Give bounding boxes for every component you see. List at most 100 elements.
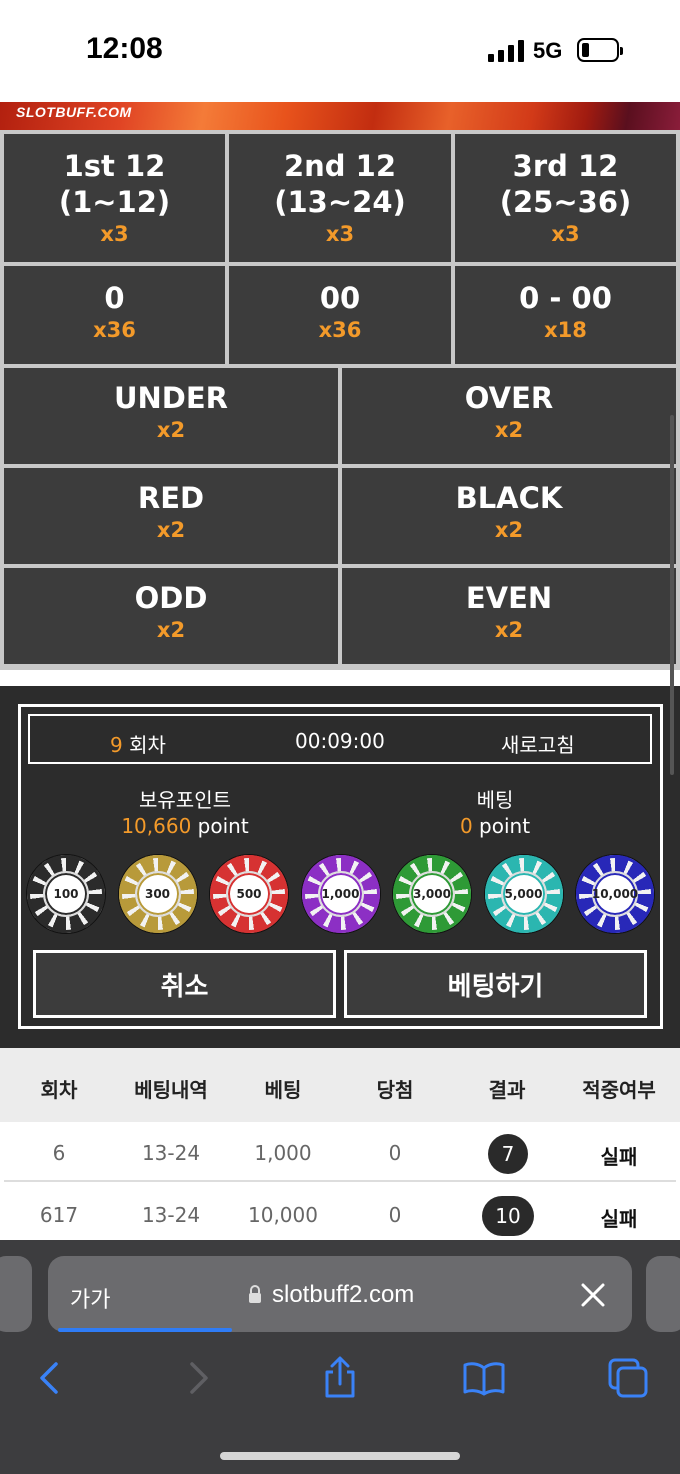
cell-round: 6 xyxy=(52,1141,66,1165)
chip-100[interactable]: 100 xyxy=(27,855,105,933)
bet-black[interactable]: BLACK x2 xyxy=(342,468,676,564)
col-round: 회차 xyxy=(40,1078,78,1102)
bet-2nd-12[interactable]: 2nd 12 (13~24) x3 xyxy=(229,134,451,262)
cell-label: ODD xyxy=(134,581,208,615)
bet-red[interactable]: RED x2 xyxy=(4,468,338,564)
page-load-progress xyxy=(58,1328,232,1332)
cell-multiplier: x2 xyxy=(156,518,186,542)
place-bet-button[interactable]: 베팅하기 xyxy=(344,950,647,1018)
round-bar: 9 회차 00:09:00 새로고침 xyxy=(28,714,652,764)
points-label: 보유포인트 xyxy=(139,788,231,812)
chip-value: 300 xyxy=(134,871,181,917)
result-ball: 7 xyxy=(488,1134,528,1174)
col-bet-detail: 베팅내역 xyxy=(134,1078,208,1102)
bet-value: 0 xyxy=(459,814,473,838)
cell-multiplier: x3 xyxy=(551,222,580,246)
forward-icon[interactable] xyxy=(176,1356,220,1400)
points-unit: point xyxy=(197,814,249,838)
tabs-icon[interactable] xyxy=(606,1356,650,1400)
cell-bet: 10,000 xyxy=(248,1203,318,1227)
next-tab-preview[interactable] xyxy=(646,1256,680,1332)
cell-win: 0 xyxy=(388,1141,402,1165)
text-size-button[interactable]: 가가 xyxy=(70,1282,110,1314)
points-display: 10,660 point xyxy=(95,814,275,838)
bet-unit: point xyxy=(479,814,531,838)
close-icon[interactable] xyxy=(578,1280,608,1310)
bookmarks-icon[interactable] xyxy=(462,1356,506,1400)
cell-range: (13~24) xyxy=(274,185,406,219)
cell-label: OVER xyxy=(464,381,554,415)
chip-value: 10,000 xyxy=(592,871,638,917)
cell-multiplier: x36 xyxy=(318,318,362,342)
cell-multiplier: x2 xyxy=(494,518,524,542)
previous-tab-preview[interactable] xyxy=(0,1256,32,1332)
cell-label: 1st 12 xyxy=(63,149,166,183)
chip-value: 100 xyxy=(43,871,89,917)
cell-detail: 13-24 xyxy=(141,1203,201,1227)
cell-label: 2nd 12 xyxy=(283,149,397,183)
url-text[interactable]: slotbuff2.com xyxy=(272,1281,414,1309)
bet-1st-12[interactable]: 1st 12 (1~12) x3 xyxy=(4,134,225,262)
cell-label: BLACK xyxy=(455,481,563,515)
bet-double-zero[interactable]: 00 x36 xyxy=(229,266,451,364)
cell-label: UNDER xyxy=(113,381,229,415)
col-result: 결과 xyxy=(488,1078,526,1102)
chip-value: 1,000 xyxy=(317,871,364,917)
site-banner[interactable]: SLOTBUFF.COM xyxy=(0,102,680,130)
signal-icon xyxy=(488,40,524,62)
cell-win: 0 xyxy=(388,1203,402,1227)
chip-500[interactable]: 500 xyxy=(210,855,288,933)
table-row: 6 13-24 1,000 0 7 실패 xyxy=(4,1124,676,1182)
cell-multiplier: x2 xyxy=(494,418,524,442)
col-win: 당첨 xyxy=(376,1078,414,1102)
battery-icon xyxy=(577,38,623,62)
cancel-button[interactable]: 취소 xyxy=(33,950,336,1018)
result-ball: 10 xyxy=(482,1196,534,1236)
cell-multiplier: x2 xyxy=(156,618,186,642)
site-logo: SLOTBUFF.COM xyxy=(16,104,132,120)
cell-range: (1~12) xyxy=(58,185,171,219)
bet-label: 베팅 xyxy=(476,788,514,812)
chip-5000[interactable]: 5,000 xyxy=(484,855,563,933)
bet-zero[interactable]: 0 x36 xyxy=(4,266,225,364)
home-indicator xyxy=(220,1452,460,1460)
chip-300[interactable]: 300 xyxy=(118,855,197,933)
chip-1000[interactable]: 1,000 xyxy=(301,855,380,933)
refresh-button[interactable]: 새로고침 xyxy=(501,729,575,758)
bet-zero-double-zero[interactable]: 0 - 00 x18 xyxy=(455,266,676,364)
chip-value: 3,000 xyxy=(409,871,455,917)
cell-range: (25~36) xyxy=(499,185,632,219)
chip-value: 5,000 xyxy=(500,871,547,917)
cell-status: 실패 xyxy=(600,1207,638,1231)
bet-3rd-12[interactable]: 3rd 12 (25~36) x3 xyxy=(455,134,676,262)
cell-label: 0 - 00 xyxy=(519,281,612,315)
bet-even[interactable]: EVEN x2 xyxy=(342,568,676,664)
lock-icon xyxy=(249,1285,261,1303)
cell-round: 617 xyxy=(39,1203,79,1227)
cell-multiplier: x2 xyxy=(156,418,186,442)
bet-over[interactable]: OVER x2 xyxy=(342,368,676,464)
cell-multiplier: x2 xyxy=(494,618,524,642)
col-status: 적중여부 xyxy=(582,1078,656,1102)
chip-10000[interactable]: 10,000 xyxy=(576,855,654,933)
betting-board: 1st 12 (1~12) x3 2nd 12 (13~24) x3 3rd 1… xyxy=(0,130,680,670)
bet-odd[interactable]: ODD x2 xyxy=(4,568,338,664)
network-label: 5G xyxy=(533,38,563,63)
page-scrollbar[interactable] xyxy=(670,415,674,775)
cell-multiplier: x3 xyxy=(325,222,355,246)
countdown-timer: 00:09:00 xyxy=(295,729,385,753)
share-icon[interactable] xyxy=(318,1356,362,1400)
cell-label: RED xyxy=(137,481,205,515)
bet-under[interactable]: UNDER x2 xyxy=(4,368,338,464)
bet-display: 0 point xyxy=(430,814,560,838)
table-row: 617 13-24 10,000 0 10 실패 xyxy=(4,1186,676,1244)
chip-value: 500 xyxy=(226,871,272,917)
chip-3000[interactable]: 3,000 xyxy=(393,855,471,933)
status-bar: 12:08 5G xyxy=(0,0,680,102)
col-bet: 베팅 xyxy=(264,1078,302,1102)
round-indicator: 9 회차 xyxy=(110,729,166,758)
history-header: 회차 베팅내역 베팅 당첨 결과 적중여부 xyxy=(0,1048,680,1122)
cell-bet: 1,000 xyxy=(254,1141,312,1165)
back-icon[interactable] xyxy=(28,1356,72,1400)
round-number: 9 xyxy=(110,733,123,757)
